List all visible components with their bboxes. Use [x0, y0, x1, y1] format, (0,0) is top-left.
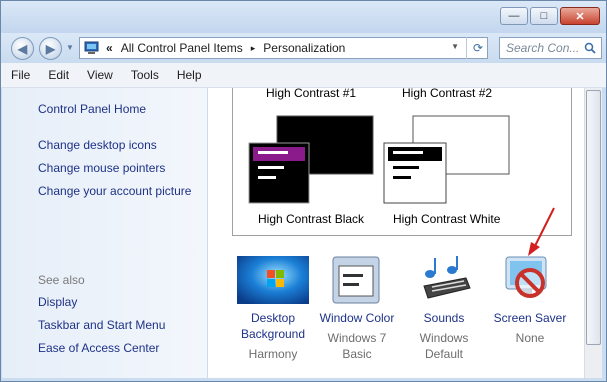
annotation-arrow-icon	[528, 207, 555, 256]
address-bar[interactable]: « All Control Panel Items ▸ Personalizat…	[79, 37, 488, 59]
title-bar: — □ ✕	[1, 1, 606, 33]
desktop-background-icon	[237, 256, 309, 304]
breadcrumb-separator-icon[interactable]: ▸	[251, 43, 256, 54]
scrollbar-thumb[interactable]	[586, 90, 601, 345]
minimize-button[interactable]: —	[500, 7, 528, 25]
window-color-value-2: Basic	[342, 347, 372, 361]
menu-file[interactable]: File	[9, 66, 32, 84]
sounds-value-1: Windows	[419, 331, 469, 345]
see-also-label: See also	[38, 273, 85, 287]
window-color-value-1: Windows 7	[327, 331, 387, 345]
menu-edit[interactable]: Edit	[46, 66, 71, 84]
search-placeholder: Search Con...	[506, 41, 580, 55]
breadcrumb-personalization[interactable]: Personalization	[263, 41, 345, 55]
menu-tools[interactable]: Tools	[129, 66, 161, 84]
breadcrumb-all-items[interactable]: All Control Panel Items	[121, 41, 243, 55]
taskbar-start-menu-link[interactable]: Taskbar and Start Menu	[38, 318, 165, 332]
theme-label-high-contrast-2[interactable]: High Contrast #2	[402, 86, 492, 100]
sounds-value-2: Default	[424, 347, 464, 361]
window-color-icon	[332, 256, 380, 304]
screen-saver-icon	[505, 256, 547, 298]
menu-view[interactable]: View	[85, 66, 115, 84]
refresh-button[interactable]: ⟳	[466, 37, 489, 59]
control-panel-icon	[84, 41, 99, 54]
screen-saver-title[interactable]: Screen Saver	[485, 310, 575, 326]
theme-preview-high-contrast-white[interactable]	[383, 115, 513, 205]
menu-bar: File Edit View Tools Help	[1, 63, 606, 88]
navigation-bar: ◀ ▶ ▼ « All Control Panel Items ▸ Person…	[1, 33, 606, 63]
back-button[interactable]: ◀	[11, 37, 34, 60]
close-button[interactable]: ✕	[560, 7, 600, 25]
window-color-title[interactable]: Window Color	[312, 310, 402, 326]
search-icon	[584, 42, 596, 54]
desktop-background-title-2[interactable]: Background	[228, 326, 318, 342]
desktop-background-title-1[interactable]: Desktop	[228, 310, 318, 326]
change-account-picture-link[interactable]: Change your account picture	[38, 184, 191, 198]
theme-preview-high-contrast-black[interactable]	[248, 115, 376, 205]
back-arrow-icon: ◀	[17, 41, 28, 56]
refresh-icon: ⟳	[472, 41, 484, 55]
address-dropdown-icon[interactable]: ▼	[451, 42, 459, 51]
address-overflow-icon[interactable]: «	[106, 41, 113, 55]
screen-saver-value: None	[515, 331, 545, 345]
theme-label-high-contrast-black[interactable]: High Contrast Black	[258, 212, 364, 226]
maximize-button[interactable]: □	[530, 7, 558, 25]
desktop-background-value: Harmony	[248, 347, 298, 361]
vertical-scrollbar[interactable]	[584, 88, 602, 378]
sidebar: Control Panel Home Change desktop icons …	[2, 88, 207, 378]
forward-button[interactable]: ▶	[39, 37, 62, 60]
personalization-window: — □ ✕ ◀ ▶ ▼ « All Control Panel Items ▸ …	[0, 0, 607, 382]
sounds-title[interactable]: Sounds	[399, 310, 489, 326]
content-area: High Contrast #1 High Contrast #2 High C…	[208, 86, 584, 378]
theme-label-high-contrast-white[interactable]: High Contrast White	[393, 212, 500, 226]
control-panel-home-link[interactable]: Control Panel Home	[38, 102, 146, 116]
ease-of-access-link[interactable]: Ease of Access Center	[38, 341, 159, 355]
recent-pages-chevron-icon[interactable]: ▼	[66, 43, 74, 52]
menu-help[interactable]: Help	[175, 66, 204, 84]
search-input[interactable]: Search Con...	[499, 37, 602, 59]
change-desktop-icons-link[interactable]: Change desktop icons	[38, 138, 157, 152]
change-mouse-pointers-link[interactable]: Change mouse pointers	[38, 161, 165, 175]
display-link[interactable]: Display	[38, 295, 77, 309]
theme-label-high-contrast-1[interactable]: High Contrast #1	[266, 86, 356, 100]
forward-arrow-icon: ▶	[45, 41, 56, 56]
sounds-icon	[423, 256, 471, 299]
